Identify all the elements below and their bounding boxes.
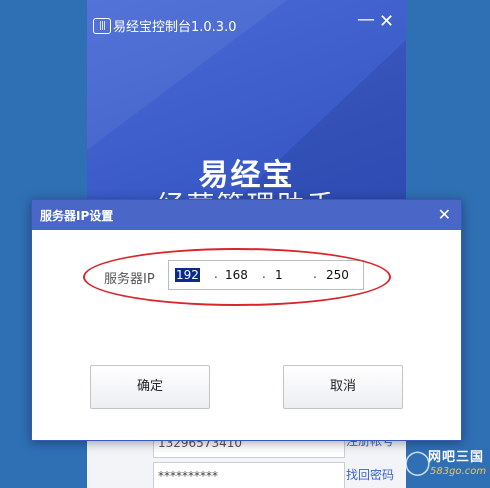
watermark-url: 583go.com bbox=[430, 466, 487, 477]
minimize-button[interactable]: — bbox=[357, 10, 375, 30]
ip-octet-2[interactable]: 168 bbox=[225, 268, 248, 282]
server-ip-dialog: 服务器IP设置 ✕ 服务器IP 192 . 168 . 1 . 250 确定 取… bbox=[31, 199, 462, 441]
brand-name: 易经宝 bbox=[198, 158, 295, 193]
ip-separator: . bbox=[262, 267, 266, 281]
ip-octet-4[interactable]: 250 bbox=[326, 268, 349, 282]
watermark-site-name: 网吧三国 bbox=[428, 450, 485, 465]
server-ip-label: 服务器IP bbox=[104, 272, 155, 287]
watermark-logo-icon: ◯ bbox=[404, 448, 431, 476]
recover-password-link[interactable]: 找回密码 bbox=[346, 466, 394, 483]
dialog-header: 服务器IP设置 ✕ bbox=[32, 200, 461, 230]
ip-octet-3[interactable]: 1 bbox=[275, 268, 283, 282]
password-field[interactable]: ********** bbox=[153, 462, 345, 488]
app-logo-icon: ||| bbox=[93, 18, 111, 34]
app-title-bar: ||| 易经宝控制台1.0.3.0 — ✕ bbox=[87, 0, 406, 48]
app-title: 易经宝控制台1.0.3.0 bbox=[113, 20, 237, 35]
ok-button[interactable]: 确定 bbox=[90, 365, 210, 409]
dialog-title: 服务器IP设置 bbox=[40, 209, 114, 223]
ip-separator: . bbox=[313, 267, 317, 281]
app-close-button[interactable]: ✕ bbox=[379, 12, 394, 32]
cancel-button[interactable]: 取消 bbox=[283, 365, 403, 409]
server-ip-input[interactable]: 192 . 168 . 1 . 250 bbox=[168, 260, 364, 290]
ip-separator: . bbox=[214, 267, 218, 281]
dialog-close-icon[interactable]: ✕ bbox=[438, 205, 451, 224]
ip-octet-1[interactable]: 192 bbox=[175, 268, 200, 282]
